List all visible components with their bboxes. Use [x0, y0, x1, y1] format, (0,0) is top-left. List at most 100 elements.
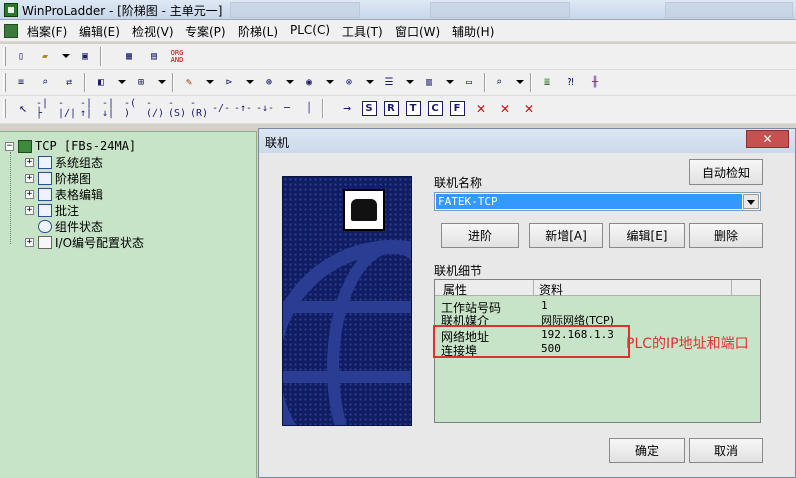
monitor-icon[interactable]: ◧	[92, 74, 110, 91]
tree-item-io-config[interactable]: + I/O编号配置状态	[25, 234, 144, 250]
table-view-icon[interactable]: ▤	[145, 48, 163, 65]
auto-detect-button[interactable]: 自动检知	[689, 159, 763, 185]
contact-no-icon[interactable]: -|├	[36, 98, 54, 118]
tree-item-comments[interactable]: + 批注	[25, 202, 79, 218]
menu-project[interactable]: 专案(P)	[185, 23, 226, 40]
chevron-down-icon[interactable]	[743, 194, 759, 209]
find-icon[interactable]: ⌕	[36, 74, 54, 91]
plc-run-icon[interactable]: ⊳	[220, 74, 238, 91]
coil-icon[interactable]: ╫	[586, 74, 604, 91]
status-icon[interactable]: ◉	[300, 74, 318, 91]
toolbar-grip[interactable]	[3, 99, 6, 118]
column-divider[interactable]	[731, 280, 732, 296]
chevron-down-icon[interactable]	[286, 80, 294, 84]
f-element-icon[interactable]: F	[448, 100, 466, 117]
chevron-down-icon[interactable]	[158, 80, 166, 84]
column-header-property[interactable]: 属性	[443, 281, 467, 298]
tree-root-tcp[interactable]: − TCP [FBs-24MA]	[5, 138, 136, 154]
advanced-button[interactable]: 进阶	[441, 223, 519, 248]
menu-window[interactable]: 窗口(W)	[395, 23, 440, 40]
close-button[interactable]: ✕	[746, 130, 789, 148]
pencil-icon[interactable]: ✎	[180, 74, 198, 91]
chevron-down-icon[interactable]	[446, 80, 454, 84]
toolbar-grip[interactable]	[3, 73, 6, 92]
contact-falling-icon[interactable]: -|↓|	[102, 98, 120, 118]
s-element-label: S	[361, 101, 377, 116]
menu-tools[interactable]: 工具(T)	[342, 23, 383, 40]
chevron-down-icon[interactable]	[246, 80, 254, 84]
chevron-down-icon[interactable]	[62, 54, 70, 58]
replace-icon[interactable]: ⇄	[60, 74, 78, 91]
save-icon[interactable]: ▣	[76, 48, 94, 65]
coil-out-icon[interactable]: -( )	[124, 98, 142, 118]
chevron-down-icon[interactable]	[366, 80, 374, 84]
coil-set-icon[interactable]: -(S)	[168, 98, 186, 118]
edit-button[interactable]: 编辑[E]	[609, 223, 685, 248]
menu-plc[interactable]: PLC(C)	[290, 23, 330, 37]
chevron-down-icon[interactable]	[118, 80, 126, 84]
document-system-menu-icon[interactable]	[4, 24, 18, 38]
chevron-down-icon[interactable]	[206, 80, 214, 84]
coil-not-icon[interactable]: -(/)	[146, 98, 164, 118]
check-icon[interactable]: ⁈	[562, 74, 580, 91]
list-icon[interactable]: ≡	[12, 74, 30, 91]
s-element-icon[interactable]: S	[360, 100, 378, 117]
column-header-data[interactable]: 资料	[539, 281, 563, 298]
r-element-icon[interactable]: R	[382, 100, 400, 117]
c-element-icon[interactable]: C	[426, 100, 444, 117]
menu-ladder[interactable]: 阶梯(L)	[238, 23, 278, 40]
io-icon[interactable]: ⊗	[340, 74, 358, 91]
zoom-icon[interactable]: ⌕	[490, 74, 508, 91]
vertical-line-icon[interactable]: │	[300, 100, 318, 117]
select-pointer-icon[interactable]: ↖	[14, 100, 32, 117]
expand-icon[interactable]: +	[25, 173, 34, 183]
menu-file[interactable]: 档案(F)	[27, 23, 67, 40]
clipboard-icon[interactable]: ▭	[460, 74, 478, 91]
delete-element-icon[interactable]: ✕	[472, 100, 490, 117]
list-view-icon[interactable]: ☰	[380, 74, 398, 91]
coil-reset-icon[interactable]: -(R)	[190, 98, 208, 118]
connection-name-select[interactable]: FATEK-TCP	[434, 192, 761, 211]
cancel-button[interactable]: 取消	[689, 438, 763, 463]
arrow-right-icon[interactable]: →	[338, 100, 356, 117]
chevron-down-icon[interactable]	[516, 80, 524, 84]
pulse-down-icon[interactable]: -↓-	[256, 100, 274, 117]
ok-button[interactable]: 确定	[609, 438, 685, 463]
tree-item-ladder[interactable]: + 阶梯图	[25, 170, 91, 186]
expand-icon[interactable]: +	[25, 205, 34, 215]
t-element-icon[interactable]: T	[404, 100, 422, 117]
horizontal-line-icon[interactable]: ─	[278, 100, 296, 117]
chevron-down-icon[interactable]	[326, 80, 334, 84]
pulse-up-icon[interactable]: -↑-	[234, 100, 252, 117]
add-button[interactable]: 新增[A]	[529, 223, 603, 248]
connect-icon[interactable]: ⊛	[260, 74, 278, 91]
ladder-view-icon[interactable]: ▦	[120, 48, 138, 65]
contact-rising-icon[interactable]: -|↑|	[80, 98, 98, 118]
tree-item-component-status[interactable]: 组件状态	[38, 218, 103, 234]
delete-vertical-icon[interactable]: ✕	[496, 100, 514, 117]
expand-icon[interactable]: +	[25, 237, 34, 247]
tree-item-table-edit[interactable]: + 表格编辑	[25, 186, 103, 202]
delete-horizontal-icon[interactable]: ✕	[520, 100, 538, 117]
menu-view[interactable]: 检视(V)	[132, 23, 174, 40]
title-bar: WinProLadder - [阶梯图 - 主单元一]	[0, 0, 796, 20]
column-divider[interactable]	[533, 280, 534, 296]
open-short-icon[interactable]: -/-	[212, 100, 230, 117]
contact-nc-icon[interactable]: -|/|	[58, 98, 76, 118]
expand-icon[interactable]: +	[25, 157, 34, 167]
org-and-icon[interactable]: ORG AND	[168, 48, 186, 65]
tree-item-system-config[interactable]: + 系统组态	[25, 154, 103, 170]
expand-icon[interactable]: +	[25, 189, 34, 199]
open-icon[interactable]: ▰	[36, 48, 54, 65]
menu-edit[interactable]: 编辑(E)	[79, 23, 120, 40]
collapse-icon[interactable]: −	[5, 141, 14, 151]
compile-icon[interactable]: ≣	[538, 74, 556, 91]
register-icon[interactable]: ⊞	[132, 74, 150, 91]
menu-help[interactable]: 辅助(H)	[452, 23, 494, 40]
delete-button[interactable]: 删除	[689, 223, 763, 248]
table-icon[interactable]: ▥	[420, 74, 438, 91]
chevron-down-icon[interactable]	[406, 80, 414, 84]
toolbar-grip[interactable]	[3, 47, 6, 66]
toolbar-separator	[100, 47, 102, 66]
new-icon[interactable]: ▯	[12, 48, 30, 65]
